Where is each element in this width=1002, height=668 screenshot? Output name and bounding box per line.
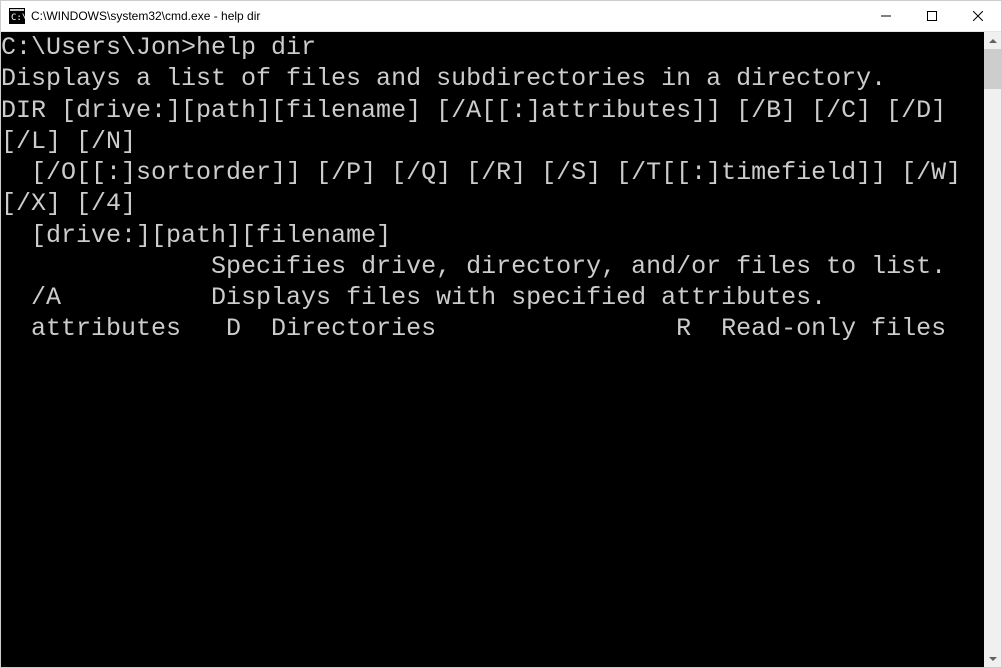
terminal-output[interactable]: C:\Users\Jon>help dirDisplays a list of … — [1, 32, 984, 667]
vertical-scrollbar[interactable] — [984, 32, 1001, 667]
cmd-icon: C:\ — [9, 8, 25, 24]
client-area: C:\Users\Jon>help dirDisplays a list of … — [1, 32, 1001, 667]
terminal-line: C:\Users\Jon>help dir — [1, 32, 984, 63]
terminal-line: [/O[[:]sortorder]] [/P] [/Q] [/R] [/S] [… — [1, 157, 984, 220]
close-button[interactable] — [955, 1, 1001, 31]
window-titlebar[interactable]: C:\ C:\WINDOWS\system32\cmd.exe - help d… — [1, 1, 1001, 32]
terminal-line: Specifies drive, directory, and/or files… — [1, 251, 984, 282]
minimize-button[interactable] — [863, 1, 909, 31]
scroll-up-arrow[interactable] — [984, 32, 1001, 49]
window-controls — [863, 1, 1001, 31]
svg-text:C:\: C:\ — [11, 13, 25, 23]
scroll-down-arrow[interactable] — [984, 650, 1001, 667]
maximize-button[interactable] — [909, 1, 955, 31]
terminal-line: Displays a list of files and subdirector… — [1, 63, 984, 94]
scroll-track[interactable] — [984, 49, 1001, 650]
scroll-thumb[interactable] — [984, 49, 1001, 89]
terminal-line: [drive:][path][filename] — [1, 220, 984, 251]
window-title: C:\WINDOWS\system32\cmd.exe - help dir — [31, 9, 863, 23]
terminal-line: attributes D Directories R Read-only fil… — [1, 313, 984, 344]
terminal-line: DIR [drive:][path][filename] [/A[[:]attr… — [1, 95, 984, 158]
terminal-line: /A Displays files with specified attribu… — [1, 282, 984, 313]
